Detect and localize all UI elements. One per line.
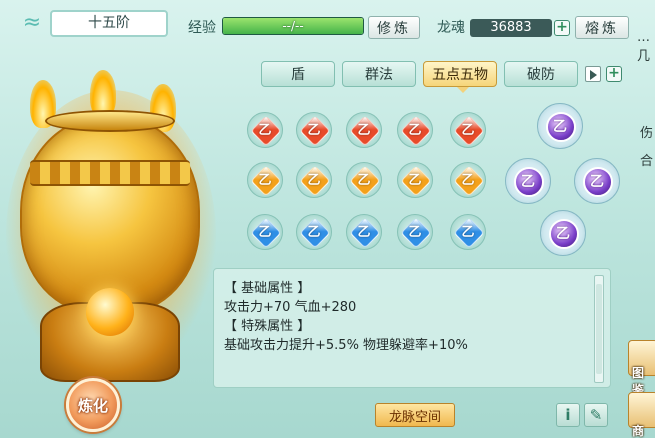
orange-gem-slot[interactable]: 乙 — [450, 162, 486, 198]
gem-symbol: 乙 — [590, 174, 604, 190]
orange-gem-slot[interactable]: 乙 — [346, 162, 382, 198]
red-gem-slot[interactable]: 乙 — [450, 112, 486, 148]
scrollbar-thumb[interactable] — [596, 284, 602, 374]
star-gem-slot[interactable]: 乙 — [540, 210, 586, 256]
soul-label: 龙魂 — [437, 20, 465, 36]
dragon-vein-space-button[interactable]: 龙脉空间 — [375, 403, 455, 427]
gem-symbol: 乙 — [553, 119, 567, 135]
gem-symbol: 乙 — [461, 173, 475, 188]
gem-symbol: 乙 — [408, 225, 422, 240]
edge-partial-text: …几 — [637, 30, 651, 64]
edge-partial-text: 合 — [640, 154, 654, 169]
red-gem-slot[interactable]: 乙 — [397, 112, 433, 148]
gem-symbol: 乙 — [258, 173, 272, 188]
base-attr-header: 【 基础属性 】 — [224, 281, 311, 296]
exp-progress-bar: --/-- — [222, 17, 364, 35]
cauldron-orb — [86, 288, 134, 336]
red-gem-slot[interactable]: 乙 — [296, 112, 332, 148]
attribute-scrollbar[interactable] — [594, 275, 604, 383]
gem-symbol: 乙 — [357, 123, 371, 138]
tab-add-button[interactable]: + — [606, 66, 622, 82]
cauldron-rim — [45, 110, 175, 132]
blue-gem-slot[interactable]: 乙 — [296, 214, 332, 250]
gem-symbol: 乙 — [307, 173, 321, 188]
red-gem-slot[interactable]: 乙 — [247, 112, 283, 148]
gem-symbol: 乙 — [408, 123, 422, 138]
gem-symbol: 乙 — [461, 123, 475, 138]
tab-3[interactable]: 五点五物 — [423, 61, 497, 93]
smelt-header-button[interactable]: 熔炼 — [575, 16, 629, 39]
orange-gem-slot[interactable]: 乙 — [247, 162, 283, 198]
smelt-button[interactable]: 炼化 — [66, 378, 120, 432]
gem-symbol: 乙 — [556, 226, 570, 242]
gem-symbol: 乙 — [357, 173, 371, 188]
blue-gem-slot[interactable]: 乙 — [397, 214, 433, 250]
blue-gem-slot[interactable]: 乙 — [346, 214, 382, 250]
star-gem-slot[interactable]: 乙 — [537, 103, 583, 149]
special-attr-values: 基础攻击力提升+5.5% 物理躲避率+10% — [224, 338, 468, 353]
orange-gem-slot[interactable]: 乙 — [296, 162, 332, 198]
tab-4[interactable]: 破防 — [504, 61, 578, 87]
blue-gem-slot[interactable]: 乙 — [450, 214, 486, 250]
orange-gem-slot[interactable]: 乙 — [397, 162, 433, 198]
base-attr-values: 攻击力+70 气血+280 — [224, 300, 357, 315]
tab-1[interactable]: 盾 — [261, 61, 335, 87]
gem-symbol: 乙 — [521, 174, 535, 190]
exp-label: 经验 — [188, 20, 216, 36]
shop-label[interactable]: 商店 — [632, 422, 655, 438]
gem-symbol: 乙 — [258, 225, 272, 240]
dragon-vein-screen: 炼化 ≈ 十五阶 经验 --/-- 修炼 龙魂 36883 + 熔炼 盾群法 五点… — [0, 0, 655, 438]
cultivate-button[interactable]: 修炼 — [368, 16, 420, 39]
dragon-logo-icon: ≈ — [22, 10, 42, 35]
cauldron-pattern-band — [30, 160, 190, 186]
tier-label: 十五阶 — [50, 10, 168, 37]
gem-symbol: 乙 — [408, 173, 422, 188]
red-gem-slot[interactable]: 乙 — [346, 112, 382, 148]
tab-2[interactable]: 群法 — [342, 61, 416, 87]
cauldron-body — [20, 115, 200, 315]
tab-next-arrow-icon[interactable] — [585, 66, 601, 82]
attribute-panel: 【 基础属性 】 攻击力+70 气血+280 【 特殊属性 】 基础攻击力提升+… — [213, 268, 611, 388]
gem-symbol: 乙 — [461, 225, 475, 240]
star-gem-slot[interactable]: 乙 — [574, 158, 620, 204]
blue-gem-slot[interactable]: 乙 — [247, 214, 283, 250]
star-gem-slot[interactable]: 乙 — [505, 158, 551, 204]
soul-add-button[interactable]: + — [554, 20, 570, 36]
exp-value: --/-- — [282, 19, 304, 33]
gem-symbol: 乙 — [307, 225, 321, 240]
note-edit-icon[interactable]: ✎ — [584, 403, 608, 427]
gem-symbol: 乙 — [258, 123, 272, 138]
gem-symbol: 乙 — [307, 123, 321, 138]
soul-value: 36883 — [470, 19, 552, 37]
edge-partial-text: 伤 — [640, 126, 654, 141]
golden-cauldron — [0, 40, 230, 438]
special-attr-header: 【 特殊属性 】 — [224, 319, 311, 334]
info-icon[interactable]: i — [556, 403, 580, 427]
gem-symbol: 乙 — [357, 225, 371, 240]
